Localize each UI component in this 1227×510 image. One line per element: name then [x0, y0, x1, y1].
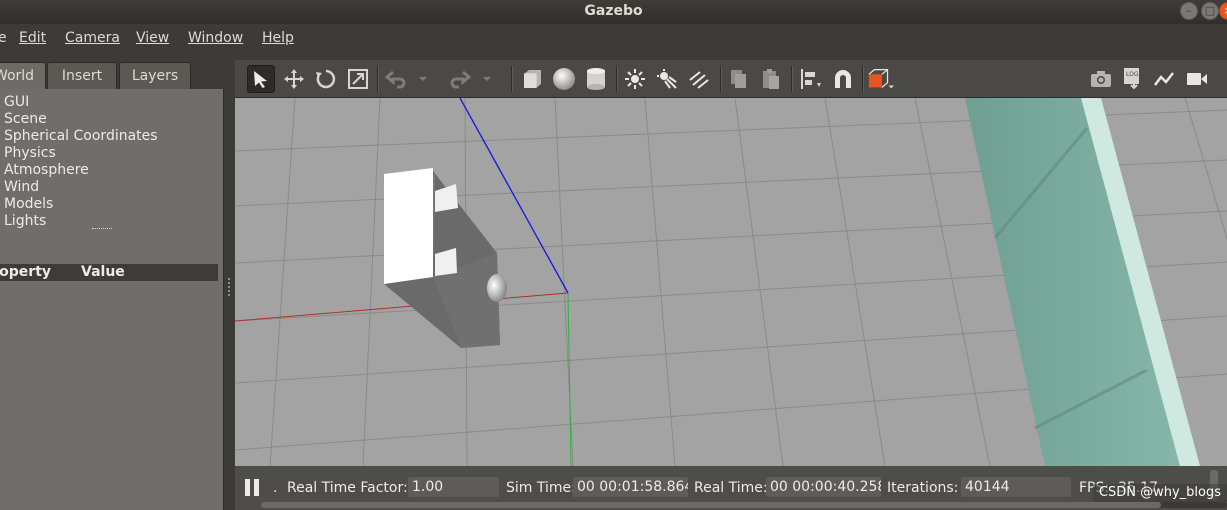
panel-splitter[interactable]: [224, 60, 234, 510]
paste-icon[interactable]: [757, 65, 785, 93]
cylinder-icon[interactable]: [582, 65, 610, 93]
scale-icon[interactable]: [344, 65, 372, 93]
scrollbar-thumb[interactable]: [261, 502, 1161, 508]
tree-item-models[interactable]: Models: [4, 196, 53, 213]
tab-insert[interactable]: Insert: [47, 62, 117, 89]
svg-text:LOG: LOG: [1126, 71, 1139, 78]
menu-help[interactable]: Help: [262, 30, 294, 50]
redo-icon[interactable]: [445, 65, 473, 93]
gazebo-window: Gazebo – □ × e Edit Camera View Window H…: [0, 0, 1227, 510]
watermark: CSDN @why_blogs: [1092, 484, 1227, 502]
menu-camera[interactable]: Camera: [65, 30, 120, 50]
window-title: Gazebo: [584, 3, 643, 19]
real-time-label: Real Time:: [694, 480, 768, 496]
toolbar-separator: [862, 66, 864, 92]
real-time-factor-label: Real Time Factor:: [287, 480, 408, 496]
scene-canvas[interactable]: [235, 98, 1227, 466]
translate-icon[interactable]: [280, 65, 308, 93]
view-angle-icon[interactable]: [867, 65, 895, 93]
directional-light-icon[interactable]: [685, 65, 713, 93]
tree-item-scene[interactable]: Scene: [4, 111, 47, 128]
step-button[interactable]: .: [273, 479, 277, 497]
plot-icon[interactable]: [1151, 65, 1179, 93]
screenshot-icon[interactable]: [1087, 65, 1115, 93]
spot-light-icon[interactable]: [653, 65, 681, 93]
maximize-icon[interactable]: □: [1201, 2, 1219, 20]
copy-icon[interactable]: [725, 65, 753, 93]
real-time-value: 00 00:00:40.258: [766, 477, 881, 497]
toolbar: LOG: [235, 60, 1227, 98]
tree-item-gui[interactable]: GUI: [4, 94, 29, 111]
select-arrow-icon[interactable]: [247, 65, 275, 93]
menu-edit[interactable]: Edit: [19, 30, 46, 50]
toolbar-separator: [720, 66, 722, 92]
scene-viewport[interactable]: [235, 98, 1227, 466]
sphere-icon[interactable]: [550, 65, 578, 93]
splitter-handle[interactable]: [92, 228, 112, 231]
status-bar: . Real Time Factor: 1.00 Sim Time: 00 00…: [235, 466, 1227, 510]
menu-view[interactable]: View: [136, 30, 169, 50]
rotate-icon[interactable]: [312, 65, 340, 93]
tree-item-wind[interactable]: Wind: [4, 179, 39, 196]
world-tab-content: GUI Scene Spherical Coordinates Physics …: [0, 89, 224, 510]
left-panel: World Insert Layers GUI Scene Spherical …: [0, 60, 224, 510]
iterations-value: 40144: [961, 477, 1071, 497]
splitter-grip[interactable]: [228, 278, 230, 296]
tab-layers[interactable]: Layers: [119, 62, 191, 89]
tree-item-physics[interactable]: Physics: [4, 145, 56, 162]
pause-button[interactable]: [245, 479, 261, 496]
title-bar: Gazebo – □ ×: [0, 0, 1227, 24]
undo-icon[interactable]: [383, 65, 411, 93]
align-icon[interactable]: [797, 65, 825, 93]
toolbar-separator: [616, 66, 618, 92]
tree-item-lights[interactable]: Lights: [4, 213, 46, 230]
undo-history-icon[interactable]: [415, 65, 431, 93]
minimize-icon[interactable]: –: [1180, 2, 1198, 20]
video-record-icon[interactable]: [1183, 65, 1211, 93]
sim-time-label: Sim Time:: [506, 480, 576, 496]
tree-item-spherical-coordinates[interactable]: Spherical Coordinates: [4, 128, 158, 145]
tab-world[interactable]: World: [0, 62, 46, 91]
value-column-header: Value: [81, 264, 125, 280]
property-column-header: Property: [0, 264, 52, 280]
iterations-label: Iterations:: [887, 480, 959, 496]
menu-file[interactable]: e: [0, 30, 7, 50]
property-table-header: Property Value: [0, 264, 218, 281]
box-icon[interactable]: [518, 65, 546, 93]
redo-history-icon[interactable]: [479, 65, 495, 93]
point-light-icon[interactable]: [621, 65, 649, 93]
toolbar-separator: [791, 66, 793, 92]
tree-item-atmosphere[interactable]: Atmosphere: [4, 162, 89, 179]
toolbar-separator: [377, 66, 379, 92]
magnet-snap-icon[interactable]: [829, 65, 857, 93]
menu-window[interactable]: Window: [188, 30, 243, 50]
real-time-factor-value: 1.00: [408, 477, 499, 497]
toolbar-separator: [511, 66, 513, 92]
sim-time-value: 00 00:01:58.864: [573, 477, 688, 497]
horizontal-scrollbar[interactable]: [261, 502, 1227, 508]
menu-bar: e Edit Camera View Window Help: [0, 24, 1227, 54]
log-icon[interactable]: LOG: [1119, 65, 1147, 93]
